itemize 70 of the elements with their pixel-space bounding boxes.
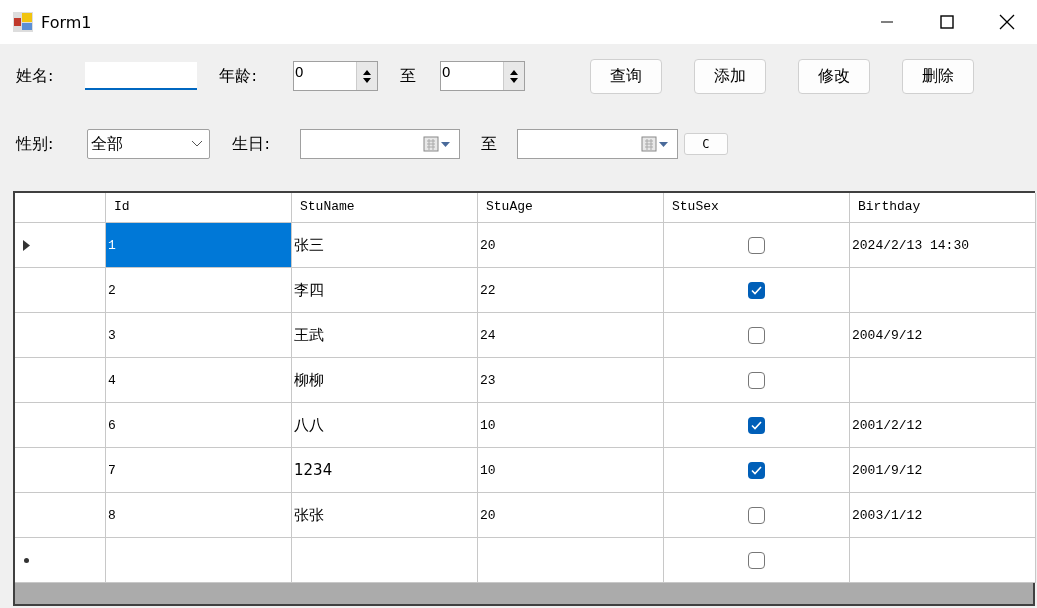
table-cell: 3 [106, 313, 292, 358]
minimize-icon [881, 21, 893, 23]
table-cell: 22 [478, 268, 664, 313]
gender-label: 性别: [16, 133, 54, 155]
table-cell: 柳柳 [292, 358, 478, 403]
table-cell: 八八 [292, 403, 478, 448]
maximize-icon [940, 15, 954, 29]
table-cell: 10 [478, 448, 664, 493]
checkbox[interactable] [748, 281, 765, 299]
table-cell: 6 [106, 403, 292, 448]
chevron-down-icon [191, 140, 204, 148]
range-label: 至 [399, 65, 416, 87]
table-cell: 20 [478, 493, 664, 538]
table-cell: 张张 [292, 493, 478, 538]
clear-button[interactable]: C [683, 133, 728, 155]
table-cell: 2001/9/12 [850, 448, 1036, 493]
age-label: 年龄: [219, 65, 257, 87]
column-header[interactable]: Birthday [850, 193, 1036, 223]
spin-arrows-icon [362, 68, 371, 84]
gender-select[interactable]: 全部 [87, 129, 211, 159]
spin-arrows-icon [509, 68, 518, 84]
table-cell: 23 [478, 358, 664, 403]
table-cell: 4 [106, 358, 292, 403]
table-cell: 7 [106, 448, 292, 493]
checkbox[interactable] [748, 326, 765, 344]
action-button[interactable]: 删除 [901, 58, 974, 94]
table-cell: 王武 [292, 313, 478, 358]
name-input-field[interactable] [85, 62, 198, 90]
calendar-dropdown-icon[interactable] [422, 136, 453, 152]
table-cell: 2004/9/12 [850, 313, 1036, 358]
action-button[interactable]: 添加 [693, 58, 766, 94]
table-cell: 8 [106, 493, 292, 538]
number-spinner[interactable]: 0 [292, 61, 378, 91]
birthday-label: 生日: [232, 133, 270, 155]
checkbox[interactable] [748, 371, 765, 389]
window-title: Form1 [41, 12, 93, 32]
column-header[interactable]: Id [106, 193, 292, 223]
column-header[interactable]: StuName [292, 193, 478, 223]
table-cell: 10 [478, 403, 664, 448]
table-cell: 20 [478, 223, 664, 268]
table-cell: 2001/2/12 [850, 403, 1036, 448]
table-cell: 1 [106, 223, 292, 268]
table-cell: 2003/1/12 [850, 493, 1036, 538]
column-header[interactable]: StuAge [478, 193, 664, 223]
checkbox[interactable] [748, 416, 765, 434]
check-icon [751, 465, 762, 475]
number-spinner[interactable]: 0 [439, 61, 525, 91]
table-cell: 2 [106, 268, 292, 313]
checkbox[interactable] [748, 236, 765, 254]
range-label: 至 [480, 133, 497, 155]
calendar-dropdown-icon[interactable] [640, 136, 671, 152]
close-icon [999, 14, 1015, 30]
date-picker[interactable] [516, 129, 678, 159]
check-icon [751, 285, 762, 295]
checkbox[interactable] [748, 461, 765, 479]
action-button[interactable]: 查询 [589, 58, 662, 94]
new-row-icon [23, 556, 30, 564]
column-header[interactable]: StuSex [664, 193, 850, 223]
table-cell: 2024/2/13 14:30 [850, 223, 1036, 268]
checkbox[interactable] [748, 506, 765, 524]
date-picker[interactable] [299, 129, 460, 159]
action-button[interactable]: 修改 [797, 58, 870, 94]
table-cell: 李四 [292, 268, 478, 313]
table-cell: 张三 [292, 223, 478, 268]
name-label: 姓名: [16, 65, 54, 87]
check-icon [751, 420, 762, 430]
table-cell: 1234 [292, 448, 478, 493]
app-icon [13, 12, 33, 32]
table-cell: 24 [478, 313, 664, 358]
checkbox[interactable] [748, 551, 765, 569]
